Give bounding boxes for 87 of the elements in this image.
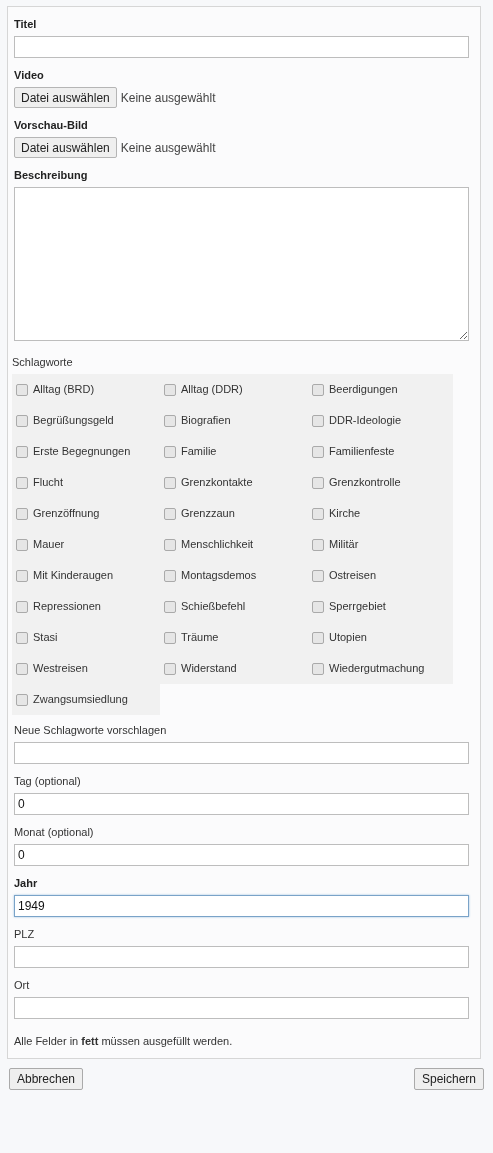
- tag-checkbox-option[interactable]: Sperrgebiet: [308, 591, 453, 622]
- checkbox[interactable]: [312, 569, 324, 582]
- checkbox[interactable]: [164, 538, 176, 551]
- tag-checkbox-option[interactable]: Träume: [160, 622, 308, 653]
- field-label: Video: [14, 68, 44, 82]
- field-label: Beschreibung: [14, 168, 88, 182]
- text-input[interactable]: [14, 742, 469, 764]
- tag-checkbox-option[interactable]: Schießbefehl: [160, 591, 308, 622]
- checkbox[interactable]: [16, 383, 28, 396]
- checkbox[interactable]: [164, 445, 176, 458]
- tag-checkbox-option[interactable]: Zwangsumsiedlung: [12, 684, 160, 715]
- text-input[interactable]: 1949: [14, 895, 469, 917]
- file-status: Keine ausgewählt: [120, 139, 216, 157]
- checkbox[interactable]: [16, 631, 28, 644]
- tag-checkbox-option[interactable]: Menschlichkeit: [160, 529, 308, 560]
- field-label: PLZ: [14, 927, 35, 941]
- checkbox[interactable]: [16, 569, 28, 582]
- tag-checkbox-option[interactable]: Widerstand: [160, 653, 308, 684]
- tag-checkbox-option[interactable]: Grenzkontrolle: [308, 467, 453, 498]
- field-label: Jahr: [14, 876, 38, 890]
- choose-file-button[interactable]: Datei auswählen: [14, 137, 117, 158]
- field-label: Monat (optional): [14, 825, 94, 839]
- tag-checkbox-option[interactable]: Westreisen: [12, 653, 160, 684]
- choose-file-button[interactable]: Datei auswählen: [14, 87, 117, 108]
- tag-checkbox-option[interactable]: Familie: [160, 436, 308, 467]
- text-input[interactable]: 0: [14, 844, 469, 866]
- tag-checkbox-option[interactable]: Militär: [308, 529, 453, 560]
- checkbox[interactable]: [16, 476, 28, 489]
- checkbox[interactable]: [164, 476, 176, 489]
- checkbox[interactable]: [16, 538, 28, 551]
- tag-checkbox-option[interactable]: Stasi: [12, 622, 160, 653]
- checkbox[interactable]: [16, 507, 28, 520]
- checkbox[interactable]: [164, 662, 176, 675]
- tag-checkbox-option[interactable]: Grenzzaun: [160, 498, 308, 529]
- tag-checkbox-option[interactable]: Grenzöffnung: [12, 498, 160, 529]
- checkbox[interactable]: [164, 507, 176, 520]
- checkbox[interactable]: [16, 693, 28, 706]
- tag-checkbox-option[interactable]: Alltag (DDR): [160, 374, 308, 405]
- checkbox[interactable]: [16, 414, 28, 427]
- checkbox[interactable]: [164, 414, 176, 427]
- tag-checkbox-option[interactable]: Begrüßungsgeld: [12, 405, 160, 436]
- checkbox[interactable]: [312, 414, 324, 427]
- field-label: Neue Schlagworte vorschlagen: [14, 723, 167, 737]
- field-label: Tag (optional): [14, 774, 81, 788]
- tag-checkbox-option[interactable]: Mauer: [12, 529, 160, 560]
- text-input[interactable]: [14, 36, 469, 58]
- checkbox[interactable]: [16, 600, 28, 613]
- text-input[interactable]: 0: [14, 793, 469, 815]
- tag-checkbox-option[interactable]: Utopien: [308, 622, 453, 653]
- tag-checkbox-option[interactable]: DDR-Ideologie: [308, 405, 453, 436]
- field-label: Ort: [14, 978, 30, 992]
- tag-checkbox-option[interactable]: Repressionen: [12, 591, 160, 622]
- checkbox[interactable]: [312, 631, 324, 644]
- tag-checkbox-option[interactable]: Mit Kinderaugen: [12, 560, 160, 591]
- checkbox[interactable]: [164, 569, 176, 582]
- tag-checkbox-option[interactable]: Ostreisen: [308, 560, 453, 591]
- text-input[interactable]: [14, 997, 469, 1019]
- checkbox[interactable]: [312, 383, 324, 396]
- checkbox[interactable]: [312, 476, 324, 489]
- checkbox[interactable]: [312, 507, 324, 520]
- file-status: Keine ausgewählt: [120, 89, 216, 107]
- tag-checkbox-option[interactable]: Beerdigungen: [308, 374, 453, 405]
- checkbox[interactable]: [164, 600, 176, 613]
- tag-checkbox-option[interactable]: Biografien: [160, 405, 308, 436]
- tag-checkbox-option[interactable]: Montagsdemos: [160, 560, 308, 591]
- tag-checkbox-option[interactable]: Flucht: [12, 467, 160, 498]
- tag-checkbox-option[interactable]: Grenzkontakte: [160, 467, 308, 498]
- checkbox[interactable]: [16, 662, 28, 675]
- checkbox[interactable]: [312, 600, 324, 613]
- tag-checkbox-option[interactable]: Erste Begegnungen: [12, 436, 160, 467]
- checkbox[interactable]: [312, 662, 324, 675]
- cancel-button[interactable]: Abbrechen: [9, 1067, 84, 1090]
- text-input[interactable]: [14, 946, 469, 968]
- field-label: Titel: [14, 17, 37, 31]
- field-label: Vorschau-Bild: [14, 118, 88, 132]
- required-note: Alle Felder in fett müssen ausgefüllt werden.: [14, 1034, 234, 1049]
- field-label: Schlagworte: [12, 355, 74, 369]
- checkbox[interactable]: [16, 445, 28, 458]
- tag-checkbox-option[interactable]: Wiedergutmachung: [308, 653, 453, 684]
- checkbox[interactable]: [312, 538, 324, 551]
- tag-checkbox-option[interactable]: Kirche: [308, 498, 453, 529]
- save-button[interactable]: Speichern: [413, 1067, 484, 1090]
- tag-checkbox-option[interactable]: Familienfeste: [308, 436, 453, 467]
- checkbox[interactable]: [164, 383, 176, 396]
- tag-checkbox-option[interactable]: Alltag (BRD): [12, 374, 160, 405]
- checkbox[interactable]: [164, 631, 176, 644]
- checkbox[interactable]: [312, 445, 324, 458]
